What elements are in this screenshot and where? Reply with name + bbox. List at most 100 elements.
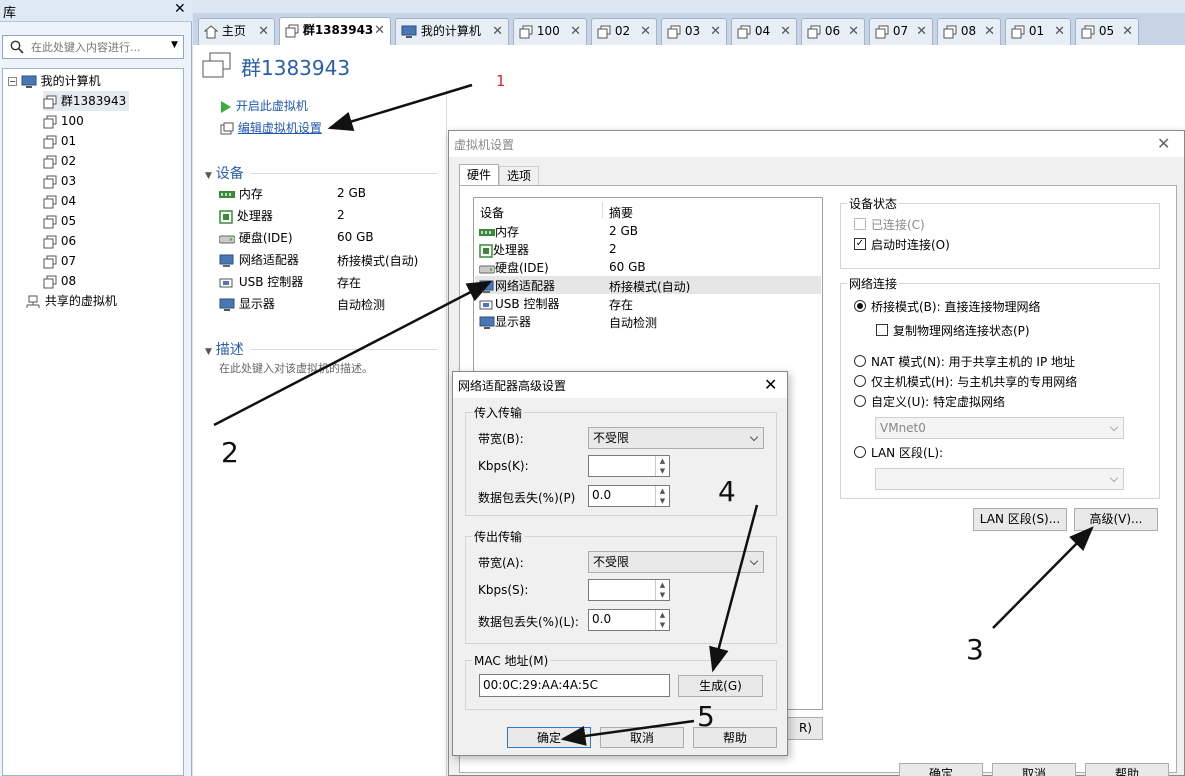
tab-options[interactable]: 选项 xyxy=(499,166,539,186)
chevron-down-icon[interactable]: ▼ xyxy=(171,40,178,50)
start-vm-link[interactable]: 开启此虚拟机 xyxy=(220,97,308,114)
device-row[interactable]: 硬盘(IDE) 60 GB xyxy=(475,258,821,276)
tree-item-vm[interactable]: 07 xyxy=(43,251,76,271)
close-icon[interactable]: ✕ xyxy=(1122,19,1133,44)
bridged-label: 桥接模式(B): 直接连接物理网络 xyxy=(871,300,1041,314)
device-row[interactable]: 显示器 xyxy=(219,295,275,312)
connect-at-power-on-checkbox[interactable]: ✓ xyxy=(854,238,866,250)
lan-segment-radio[interactable] xyxy=(854,446,866,458)
description-placeholder[interactable]: 在此处键入对该虚拟机的描述。 xyxy=(219,360,373,376)
close-icon[interactable]: ✕ xyxy=(710,19,721,44)
close-icon[interactable]: ✕ xyxy=(492,19,503,44)
close-icon[interactable]: ✕ xyxy=(258,19,269,44)
tab[interactable]: 01 ✕ xyxy=(1005,18,1071,45)
tab[interactable]: 02 ✕ xyxy=(591,18,657,45)
close-icon[interactable]: ✕ xyxy=(174,1,186,17)
mac-address-input[interactable]: 00:0C:29:AA:4A:5C xyxy=(479,674,670,697)
vmnet-select[interactable]: VMnet0 xyxy=(875,417,1124,439)
tree-item-shared[interactable]: 共享的虚拟机 xyxy=(25,291,117,311)
tree-item-my-computer[interactable]: − 我的计算机 xyxy=(8,71,101,91)
device-row[interactable]: 显示器 自动检测 xyxy=(475,312,821,330)
device-row[interactable]: 处理器 2 xyxy=(475,240,821,258)
tree-item-vm[interactable]: 01 xyxy=(43,131,76,151)
nat-radio[interactable] xyxy=(854,355,866,367)
close-icon[interactable]: ✕ xyxy=(764,375,777,394)
tab-label: 04 xyxy=(754,24,771,38)
spinner[interactable]: ▲ ▼ xyxy=(655,610,669,630)
devices-section-header[interactable]: ▼ 设备 xyxy=(205,163,437,183)
lan-segments-button[interactable]: LAN 区段(S)... xyxy=(973,508,1067,531)
device-row[interactable]: USB 控制器 存在 xyxy=(475,294,821,312)
device-row[interactable]: 内存 2 GB xyxy=(475,222,821,240)
tab[interactable]: 06 ✕ xyxy=(801,18,865,45)
close-icon[interactable]: ✕ xyxy=(1054,19,1065,44)
cancel-button[interactable]: 取消 xyxy=(992,763,1076,776)
close-icon[interactable]: ✕ xyxy=(374,18,385,43)
tree-label: 03 xyxy=(60,174,77,188)
group-title: 网络连接 xyxy=(847,275,900,292)
device-row[interactable]: USB 控制器 xyxy=(219,273,303,290)
tab[interactable]: 08 ✕ xyxy=(937,18,1001,45)
device-row[interactable]: 处理器 xyxy=(219,207,273,224)
help-button[interactable]: 帮助 xyxy=(1085,763,1169,776)
tree-item-vm[interactable]: 03 xyxy=(43,171,76,191)
custom-radio[interactable] xyxy=(854,395,866,407)
edit-vm-settings-link[interactable]: 编辑虚拟机设置 xyxy=(220,119,322,136)
tree-item-vm[interactable]: 02 xyxy=(43,151,76,171)
connected-checkbox[interactable] xyxy=(854,218,866,230)
tab[interactable]: 主页 ✕ xyxy=(198,18,275,45)
spinner[interactable]: ▲ ▼ xyxy=(655,456,669,476)
group-title: 设备状态 xyxy=(847,195,900,212)
incoming-kbps-input[interactable]: ▲ ▼ xyxy=(588,455,670,477)
tree-item-vm[interactable]: 04 xyxy=(43,191,76,211)
outgoing-bandwidth-select[interactable]: 不受限 xyxy=(588,551,764,573)
tab[interactable]: 05 ✕ xyxy=(1075,18,1139,45)
tree-item-vm[interactable]: 06 xyxy=(43,231,76,251)
tab[interactable]: 100 ✕ xyxy=(513,18,587,45)
close-icon[interactable]: ✕ xyxy=(780,19,791,44)
bandwidth-label: 带宽(B): xyxy=(478,432,524,446)
tab[interactable]: 群1383943 ✕ xyxy=(279,17,391,45)
tab-hardware[interactable]: 硬件 xyxy=(459,164,499,186)
outgoing-kbps-input[interactable]: ▲ ▼ xyxy=(588,579,670,601)
close-icon[interactable]: ✕ xyxy=(916,19,927,44)
ok-button[interactable]: 确定 xyxy=(507,727,591,748)
outgoing-packet-loss-input[interactable]: 0.0 ▲ ▼ xyxy=(588,609,670,631)
generate-button[interactable]: 生成(G) xyxy=(678,675,763,697)
hard-disk-icon xyxy=(219,235,235,243)
search-input[interactable] xyxy=(31,38,163,56)
bridged-radio[interactable] xyxy=(854,300,866,312)
tab[interactable]: 07 ✕ xyxy=(869,18,933,45)
page-title: 群1383943 xyxy=(241,56,351,80)
close-icon[interactable]: ✕ xyxy=(984,19,995,44)
collapse-icon[interactable]: − xyxy=(8,77,17,86)
library-search[interactable]: ▼ xyxy=(2,35,184,59)
tab[interactable]: 03 ✕ xyxy=(661,18,727,45)
tab[interactable]: 04 ✕ xyxy=(731,18,797,45)
device-row[interactable]: 内存 xyxy=(219,185,263,202)
close-icon[interactable]: ✕ xyxy=(570,19,581,44)
tree-item-vm[interactable]: 08 xyxy=(43,271,76,291)
device-row[interactable]: 网络适配器 桥接模式(自动) xyxy=(475,276,821,294)
close-icon[interactable]: ✕ xyxy=(1157,134,1170,153)
close-icon[interactable]: ✕ xyxy=(848,19,859,44)
tab[interactable]: 我的计算机 ✕ xyxy=(395,18,509,45)
incoming-bandwidth-select[interactable]: 不受限 xyxy=(588,427,764,449)
host-only-radio[interactable] xyxy=(854,375,866,387)
tree-item-vm[interactable]: 100 xyxy=(43,111,84,131)
tree-item-vm[interactable]: 群1383943 xyxy=(43,91,130,111)
device-row[interactable]: 硬盘(IDE) xyxy=(219,229,293,246)
cancel-button[interactable]: 取消 xyxy=(600,727,684,748)
ok-button[interactable]: 确定 xyxy=(899,763,983,776)
spinner[interactable]: ▲ ▼ xyxy=(655,486,669,506)
description-section-header[interactable]: ▼ 描述 xyxy=(205,339,437,359)
tree-item-vm[interactable]: 05 xyxy=(43,211,76,231)
vm-icon xyxy=(43,195,57,208)
replicate-state-checkbox[interactable] xyxy=(876,324,888,336)
lan-segment-select[interactable] xyxy=(875,468,1124,490)
device-row[interactable]: 网络适配器 xyxy=(219,251,299,268)
incoming-packet-loss-input[interactable]: 0.0 ▲ ▼ xyxy=(588,485,670,507)
close-icon[interactable]: ✕ xyxy=(640,19,651,44)
advanced-button[interactable]: 高级(V)... xyxy=(1074,508,1158,531)
spinner[interactable]: ▲ ▼ xyxy=(655,580,669,600)
